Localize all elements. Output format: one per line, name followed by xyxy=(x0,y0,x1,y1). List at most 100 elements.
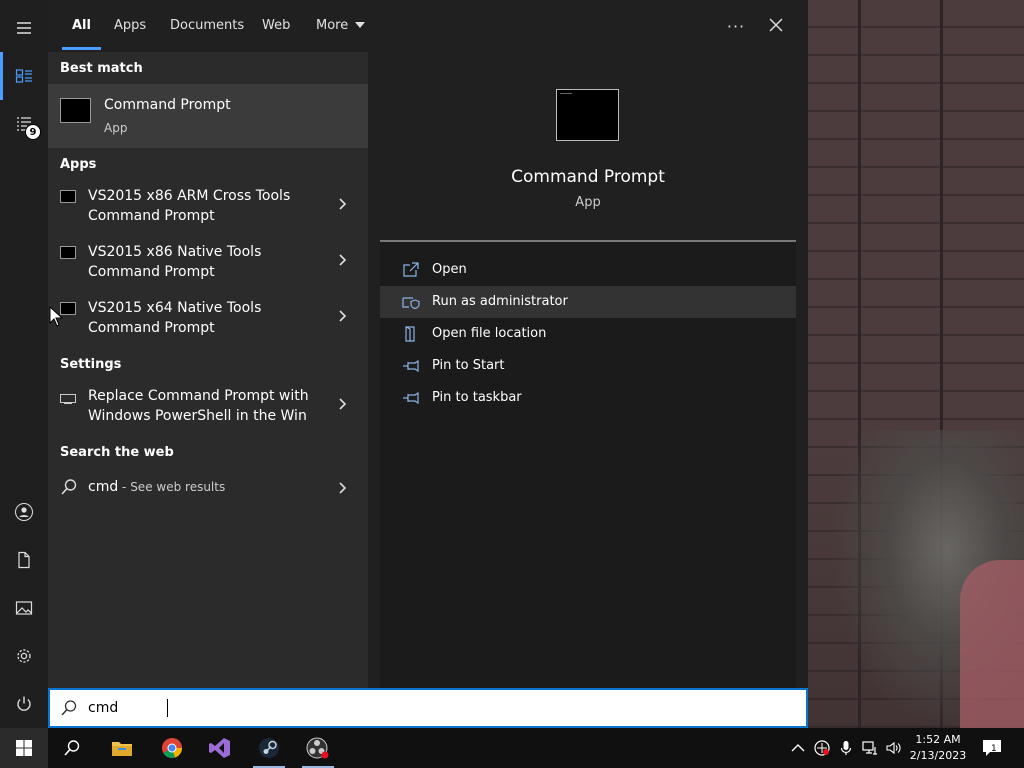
search-tabs: All Apps Documents Web More ··· xyxy=(48,0,808,52)
preview-pane: Command Prompt App Open Run as administr… xyxy=(380,66,796,688)
close-button[interactable] xyxy=(764,13,788,37)
preview-header: Command Prompt App xyxy=(380,66,796,241)
taskbar: 1:52 AM 2/13/2023 1 xyxy=(0,728,1024,768)
obs-button[interactable] xyxy=(294,728,342,768)
tab-more[interactable]: More xyxy=(316,0,366,50)
close-icon xyxy=(769,18,783,32)
windows-logo-icon xyxy=(16,740,32,756)
taskbar-search-button[interactable] xyxy=(48,728,96,768)
power-button[interactable] xyxy=(0,680,48,728)
pictures-button[interactable] xyxy=(0,584,48,632)
chevron-right-icon[interactable] xyxy=(336,310,348,322)
power-icon xyxy=(17,696,31,711)
start-button[interactable] xyxy=(0,728,48,768)
more-options-button[interactable]: ··· xyxy=(724,14,748,38)
shield-icon xyxy=(402,297,420,310)
user-avatar-icon xyxy=(15,503,33,521)
preview-subtitle: App xyxy=(575,195,601,210)
settings-button[interactable] xyxy=(0,632,48,680)
system-clock[interactable]: 1:52 AM 2/13/2023 xyxy=(902,732,974,764)
list-item-app[interactable]: VS2015 x86 ARM Cross Tools Command Promp… xyxy=(48,180,368,236)
chevron-right-icon[interactable] xyxy=(336,398,348,410)
tab-active-indicator xyxy=(62,47,101,50)
search-input[interactable] xyxy=(88,696,788,720)
clock-date: 2/13/2023 xyxy=(909,749,967,762)
display-icon xyxy=(60,394,76,404)
action-open-file-location[interactable]: Open file location xyxy=(380,318,796,350)
list-item-label: VS2015 x86 Native Tools Command Prompt xyxy=(88,244,262,280)
visual-studio-button[interactable] xyxy=(196,728,244,768)
section-header-web: Search the web xyxy=(60,445,174,460)
timeline-badge: 9 xyxy=(25,124,41,140)
best-match-title: Command Prompt xyxy=(104,97,231,113)
tab-web[interactable]: Web xyxy=(262,0,290,50)
gear-icon xyxy=(17,649,31,663)
list-item-app[interactable]: VS2015 x86 Native Tools Command Prompt xyxy=(48,236,368,292)
file-location-icon xyxy=(405,326,415,342)
picture-icon xyxy=(15,601,33,615)
steam-button[interactable] xyxy=(245,728,293,768)
pin-icon xyxy=(403,391,419,405)
obs-icon xyxy=(306,737,329,759)
action-pin-to-start[interactable]: Pin to Start xyxy=(380,350,796,382)
chevron-up-icon xyxy=(791,744,805,752)
section-header-apps: Apps xyxy=(60,157,97,172)
folder-icon xyxy=(112,742,132,756)
chrome-icon xyxy=(162,738,182,758)
file-explorer-button[interactable] xyxy=(98,728,146,768)
preview-divider xyxy=(380,240,796,242)
microphone-icon xyxy=(840,741,852,755)
chrome-button[interactable] xyxy=(148,728,196,768)
search-panel: 9 All Apps Documents Web More ··· Best m… xyxy=(0,0,808,728)
timeline-button[interactable] xyxy=(0,100,48,148)
open-icon xyxy=(403,262,419,277)
chevron-right-icon[interactable] xyxy=(336,254,348,266)
network-icon xyxy=(862,741,877,755)
preview-title: Command Prompt xyxy=(511,167,665,187)
chevron-right-icon[interactable] xyxy=(336,198,348,210)
pin-icon xyxy=(403,359,419,373)
wallpaper-figure xyxy=(960,560,1024,730)
visual-studio-icon xyxy=(209,738,230,758)
search-icon xyxy=(61,479,77,495)
mouse-cursor-icon xyxy=(49,306,63,327)
hamburger-icon xyxy=(17,22,31,34)
left-rail: 9 xyxy=(0,0,48,728)
search-box[interactable] xyxy=(48,688,808,728)
steam-icon xyxy=(259,738,279,758)
tab-apps[interactable]: Apps xyxy=(114,0,146,50)
search-icon xyxy=(61,700,77,716)
list-item-setting[interactable]: Replace Command Prompt with Windows Powe… xyxy=(48,380,368,436)
show-hidden-icons-button[interactable] xyxy=(790,740,806,756)
microphone-button[interactable] xyxy=(838,740,854,756)
command-prompt-icon xyxy=(60,98,91,123)
action-pin-to-taskbar[interactable]: Pin to taskbar xyxy=(380,382,796,414)
caret-down-icon xyxy=(355,22,366,28)
action-run-as-admin[interactable]: Run as administrator xyxy=(380,286,796,318)
best-match-subtitle: App xyxy=(104,121,128,135)
hamburger-menu-button[interactable] xyxy=(0,4,48,52)
best-match-item[interactable]: Command Prompt App xyxy=(48,84,368,148)
text-caret xyxy=(167,699,168,717)
tab-documents[interactable]: Documents xyxy=(170,0,244,50)
command-prompt-large-icon xyxy=(556,89,619,141)
list-item-app[interactable]: VS2015 x64 Native Tools Command Prompt xyxy=(48,292,368,348)
ellipsis-icon: ··· xyxy=(726,16,746,36)
tray-app-button[interactable] xyxy=(814,740,830,756)
documents-button[interactable] xyxy=(0,536,48,584)
command-prompt-icon xyxy=(60,190,76,203)
chevron-right-icon[interactable] xyxy=(336,482,348,494)
tab-more-label: More xyxy=(316,17,349,33)
list-item-web-search[interactable]: cmd - See web results xyxy=(48,470,368,506)
list-item-label: VS2015 x64 Native Tools Command Prompt xyxy=(88,300,262,336)
action-open[interactable]: Open xyxy=(380,254,796,286)
account-button[interactable] xyxy=(0,488,48,536)
tab-all[interactable]: All xyxy=(72,0,91,50)
command-prompt-icon xyxy=(60,246,76,259)
network-button[interactable] xyxy=(862,740,878,756)
volume-button[interactable] xyxy=(886,740,902,756)
home-button[interactable] xyxy=(0,52,48,100)
tray-app-icon xyxy=(814,740,830,756)
section-header-best-match: Best match xyxy=(60,61,143,76)
search-icon xyxy=(64,740,80,756)
